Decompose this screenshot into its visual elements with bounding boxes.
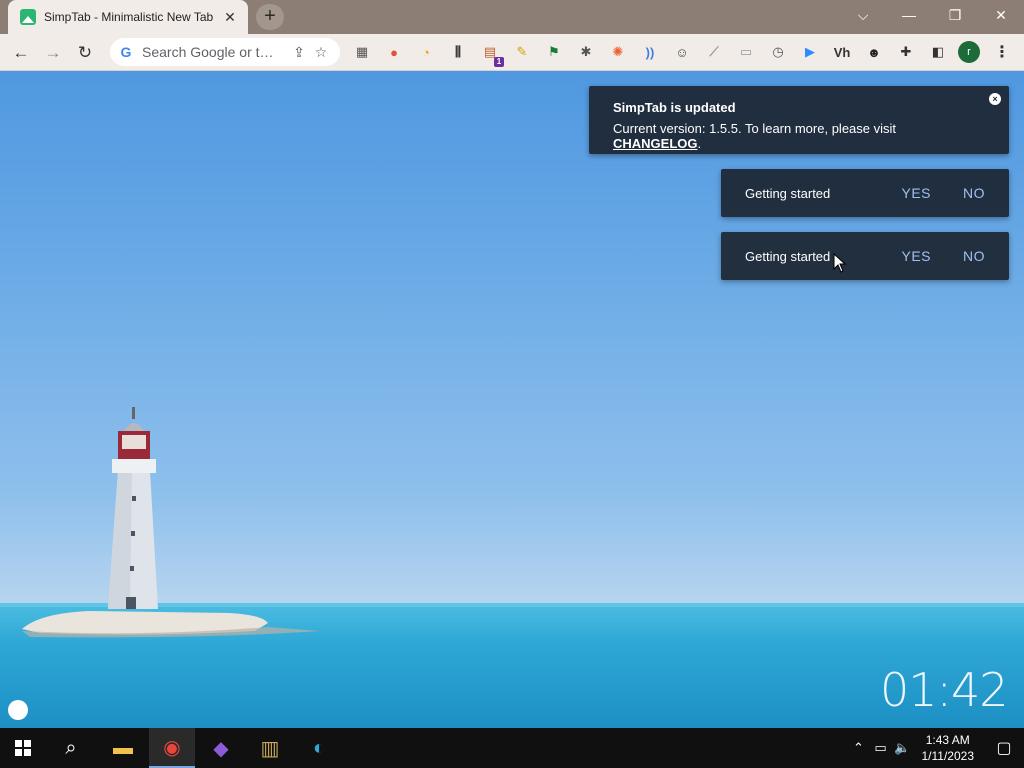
gauge-icon[interactable]: ◷ (766, 40, 790, 64)
puzzle-icon[interactable]: ✚ (894, 40, 918, 64)
google-icon: G (120, 44, 132, 60)
tab-strip: SimpTab - Minimalistic New Tab ✕ + ⌵ — ❐… (0, 0, 1024, 34)
notification-center-icon[interactable]: ▢ (984, 738, 1024, 758)
system-tray: ⌃ ▭ 🔈 1:43 AM 1/11/2023 ▢ (848, 728, 1024, 768)
tag-icon[interactable]: ⟋ (702, 40, 726, 64)
edge-icon[interactable]: ◐ (296, 728, 342, 768)
new-tab-button[interactable]: + (256, 4, 284, 30)
toolbox-icon[interactable]: ▤ 1 (478, 40, 504, 67)
profile-avatar[interactable]: r (958, 41, 980, 63)
sidepanel-icon[interactable]: ◧ (926, 40, 950, 64)
yes-button[interactable]: YES (901, 185, 931, 201)
address-placeholder[interactable]: Search Google or t… (142, 44, 288, 60)
person-icon[interactable]: ☺ (670, 40, 694, 64)
flame-icon[interactable]: ✺ (606, 40, 630, 64)
getting-started-text: Getting started (745, 248, 831, 264)
alien-icon[interactable]: ☻ (862, 40, 886, 64)
wifi-icon[interactable]: )) (638, 40, 662, 64)
vh-icon[interactable]: Vh (830, 40, 854, 64)
forward-button[interactable]: → (40, 40, 66, 66)
new-tab-page: SimpTab is updated Current version: 1.5.… (0, 71, 1024, 728)
bookmark-star-icon[interactable]: ☆ (310, 44, 332, 61)
extension-badge: 1 (494, 57, 504, 67)
bug-icon[interactable]: ✱ (574, 40, 598, 64)
clock-display: 01:42 (880, 663, 1009, 717)
reload-button[interactable]: ↻ (72, 40, 98, 66)
readwise-icon[interactable]: ● (382, 40, 406, 64)
visual-studio-icon[interactable]: ◆ (198, 728, 244, 768)
close-window-button[interactable]: ✕ (978, 0, 1024, 30)
minimize-button[interactable]: — (886, 0, 932, 30)
windows-taskbar: ⌕ ▬ ◉ ◆ ▥ ◐ ⌃ ▭ 🔈 1:43 AM 1/11/2023 ▢ (0, 728, 1024, 768)
share-icon[interactable]: ⇪ (288, 44, 310, 61)
lighthouse-image (22, 407, 320, 638)
image-icon[interactable]: ▭ (734, 40, 758, 64)
search-icon[interactable]: ⌕ (48, 728, 94, 768)
windows-start-icon[interactable] (0, 728, 46, 768)
restore-button[interactable]: ❐ (932, 0, 978, 30)
browser-menu-icon[interactable]: ⋮ (992, 40, 1012, 66)
tray-time: 1:43 AM (925, 733, 970, 747)
address-bar[interactable]: G Search Google or t… ⇪ ☆ (110, 38, 340, 66)
update-notification: SimpTab is updated Current version: 1.5.… (589, 86, 1009, 154)
yes-button[interactable]: YES (901, 248, 931, 264)
update-body-suffix: . (697, 136, 702, 151)
file-explorer-icon[interactable]: ▬ (100, 728, 146, 768)
update-notification-body: Current version: 1.5.5. To learn more, p… (613, 121, 985, 151)
extensions-bar: ▦ ● ◔ ⫼ ▤ 1 ✎ ⚑ ✱ ✺)) ☺ ⟋ ▭ ◷ ▶ Vh ☻ ✚ ◧ (350, 40, 958, 67)
equalizer-icon[interactable]: ⫼ (446, 40, 470, 64)
tab-title: SimpTab - Minimalistic New Tab (44, 10, 214, 24)
update-notification-title: SimpTab is updated (613, 100, 736, 115)
window-controls: ⌵ — ❐ ✕ (840, 0, 1024, 30)
back-button[interactable]: ← (8, 40, 34, 66)
settings-dot-button[interactable] (8, 700, 28, 720)
runner-icon[interactable]: ⚑ (542, 40, 566, 64)
network-icon[interactable]: ▭ (870, 740, 892, 756)
calculator-icon[interactable]: ▦ (350, 40, 374, 64)
tab-search-icon[interactable]: ⌵ (840, 0, 886, 30)
update-body-text: Current version: 1.5.5. To learn more, p… (613, 121, 897, 136)
pencil-icon[interactable]: ✎ (510, 40, 534, 64)
volume-icon[interactable]: 🔈 (892, 740, 914, 756)
no-button[interactable]: NO (963, 248, 985, 264)
no-button[interactable]: NO (963, 185, 985, 201)
getting-started-toast: Getting started YES NO (721, 232, 1009, 280)
clock-orange-icon[interactable]: ◔ (414, 40, 438, 64)
notification-close-icon[interactable]: × (989, 93, 1001, 105)
getting-started-toast: Getting started YES NO (721, 169, 1009, 217)
chrome-icon[interactable]: ◉ (149, 728, 195, 768)
video-icon[interactable]: ▶ (798, 40, 822, 64)
tab-simptab[interactable]: SimpTab - Minimalistic New Tab ✕ (8, 0, 248, 34)
getting-started-text: Getting started (745, 185, 831, 201)
browser-toolbar: ← → ↻ G Search Google or t… ⇪ ☆ ▦ ● ◔ ⫼ ▤ 1 ✎ ⚑… (0, 34, 1024, 71)
tray-date: 1/11/2023 (921, 749, 975, 763)
changelog-link[interactable]: CHANGELOG (613, 136, 698, 151)
tray-chevron-icon[interactable]: ⌃ (848, 740, 870, 756)
mouse-cursor-icon (833, 253, 847, 273)
simptab-favicon-icon (20, 9, 36, 25)
tab-close-icon[interactable]: ✕ (222, 9, 238, 25)
tray-clock[interactable]: 1:43 AM 1/11/2023 (922, 732, 975, 764)
winrar-icon[interactable]: ▥ (247, 728, 293, 768)
